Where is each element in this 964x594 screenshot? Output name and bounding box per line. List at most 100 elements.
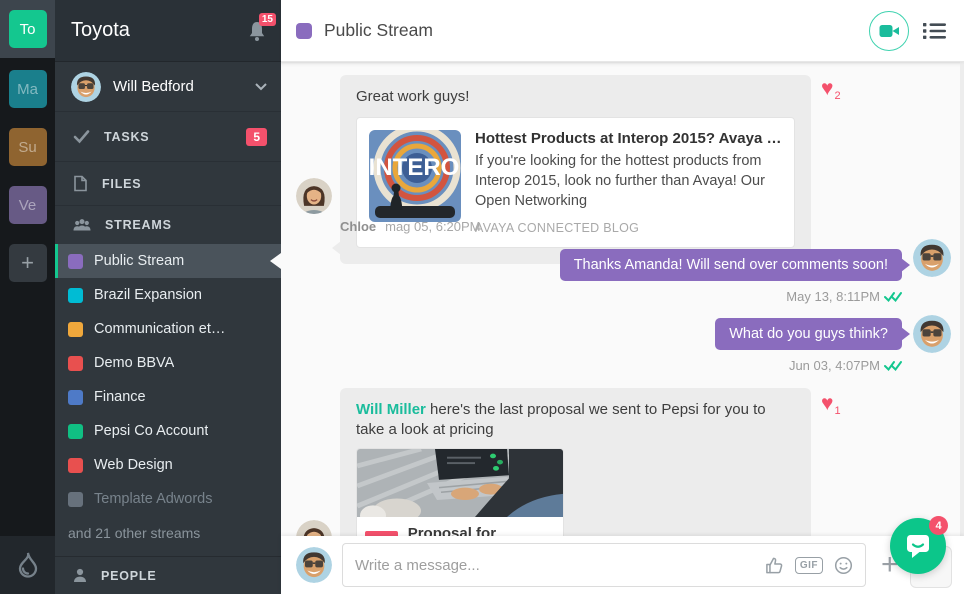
thumbs-up-button[interactable] [765, 556, 784, 575]
more-streams-link[interactable]: and 21 other streams [55, 516, 281, 550]
workspace-tile-su[interactable]: Su [9, 128, 47, 166]
avatar [913, 239, 951, 277]
sidebar-item-label: TASKS [104, 130, 149, 144]
stream-color-swatch [68, 424, 83, 439]
people-section-label: PEOPLE [101, 569, 157, 583]
attachment-file-row: pdf Proposal for Pepsi.pdf [357, 517, 563, 536]
sidebar-stream-web-design[interactable]: Web Design [55, 448, 281, 482]
selected-stream-arrow [270, 253, 281, 269]
link-preview-title[interactable]: Hottest Products at Interop 2015? Avaya … [475, 130, 782, 147]
workspace-tile-toyota[interactable]: To [9, 10, 47, 48]
video-call-button[interactable] [869, 11, 909, 51]
user-menu[interactable]: Will Bedford [55, 62, 281, 112]
sidebar-stream-brazil-expansion[interactable]: Brazil Expansion [55, 278, 281, 312]
message-meta: Chloe mag 05, 6:20PM [340, 219, 481, 234]
sidebar-item-people[interactable]: PEOPLE [55, 556, 281, 594]
workspace-tile-ve[interactable]: Ve [9, 186, 47, 224]
attachment-preview-image [357, 449, 563, 517]
sidebar-stream-communication[interactable]: Communication et… [55, 312, 281, 346]
stream-color-swatch [68, 254, 83, 269]
avatar [71, 72, 101, 102]
message-bubble: Great work guys! INTERO [340, 75, 811, 264]
message-timestamp: May 13, 8:11PM [786, 289, 880, 304]
message-text: Thanks Amanda! Will send over comments s… [574, 257, 888, 273]
heart-reaction[interactable]: ♥2 [821, 78, 841, 99]
link-preview-text: Hottest Products at Interop 2015? Avaya … [475, 130, 782, 235]
message-text: What do you guys think? [729, 326, 888, 342]
tasks-badge: 5 [246, 128, 267, 146]
avatar [296, 178, 332, 214]
gif-button[interactable]: GIF [795, 557, 823, 574]
sidebar-stream-finance[interactable]: Finance [55, 380, 281, 414]
workspace-tile-ma[interactable]: Ma [9, 70, 47, 108]
avatar [913, 315, 951, 353]
stream-color-swatch [68, 356, 83, 371]
stream-color-swatch [296, 23, 312, 39]
sidebar-stream-template-adwords[interactable]: Template Adwords [55, 482, 281, 516]
stream-name: Public Stream [94, 253, 184, 269]
check-icon [73, 129, 90, 144]
stream-name: Communication et… [94, 321, 225, 337]
message-timestamp: Jun 03, 4:07PM [789, 358, 880, 373]
video-camera-icon [879, 23, 900, 39]
bubble-tail [901, 327, 910, 341]
person-icon [73, 568, 87, 583]
emoji-button[interactable] [834, 556, 853, 575]
message-meta-own: Jun 03, 4:07PM [789, 358, 902, 373]
add-workspace-button[interactable]: + [9, 244, 47, 282]
stream-name: Web Design [94, 457, 173, 473]
user-name: Will Bedford [113, 78, 194, 95]
attachment-filename[interactable]: Proposal for Pepsi.pdf [408, 524, 555, 536]
stream-name: Finance [94, 389, 146, 405]
message-composer: GIF + [281, 536, 964, 594]
user-mention[interactable]: Will Miller [356, 401, 426, 418]
link-preview-source: AVAYA CONNECTED BLOG [475, 221, 782, 235]
message-bubble-own: Thanks Amanda! Will send over comments s… [560, 249, 902, 281]
workspace-selected-strip: To [0, 0, 55, 58]
app-window: To Ma Su Ve + Toyota [0, 0, 964, 594]
message-input[interactable] [355, 557, 765, 574]
streams-section-label: STREAMS [105, 218, 172, 232]
stream-color-swatch [68, 390, 83, 405]
notifications-button[interactable]: 15 [247, 20, 267, 42]
group-icon [73, 218, 91, 232]
stream-name: Demo BBVA [94, 355, 174, 371]
sidebar-stream-pepsi-co-account[interactable]: Pepsi Co Account [55, 414, 281, 448]
sidebar-header: Toyota 15 [55, 0, 281, 62]
stream-name: Template Adwords [94, 491, 212, 507]
read-receipt-double-check-icon [884, 360, 902, 371]
workspace-title: Toyota [71, 19, 130, 42]
sidebar-item-files[interactable]: FILES [55, 162, 281, 206]
avatar [296, 547, 332, 583]
message-list: Great work guys! INTERO [281, 62, 964, 536]
link-preview-thumbnail: INTERO [369, 130, 461, 222]
stream-color-swatch [68, 458, 83, 473]
message-author[interactable]: Chloe [340, 219, 376, 234]
bubble-tail [901, 258, 910, 272]
stream-topbar: Public Stream [281, 0, 964, 62]
support-widget-badge: 4 [929, 516, 948, 535]
read-receipt-double-check-icon [884, 291, 902, 302]
link-preview-description: If you're looking for the hottest produc… [475, 151, 782, 211]
message-text: Great work guys! [356, 88, 469, 105]
file-attachment-card[interactable]: pdf Proposal for Pepsi.pdf [356, 448, 564, 536]
chevron-down-icon [255, 83, 267, 91]
heart-reaction[interactable]: ♥1 [821, 393, 841, 414]
task-list-toggle-button[interactable] [923, 22, 946, 40]
file-icon [73, 175, 88, 192]
svg-text:INTERO: INTERO [369, 154, 459, 181]
support-chat-widget-button[interactable]: 4 [890, 518, 946, 574]
sidebar-stream-demo-bbva[interactable]: Demo BBVA [55, 346, 281, 380]
sidebar-stream-public-stream[interactable]: Public Stream [55, 244, 281, 278]
sidebar-item-label: FILES [102, 177, 141, 191]
chat-bubble-icon [903, 531, 933, 561]
message-bubble-own: What do you guys think? [715, 318, 902, 350]
rail-footer [0, 536, 55, 594]
streams-section-header: STREAMS [55, 206, 281, 244]
notifications-badge: 15 [259, 13, 276, 26]
stream-name: Brazil Expansion [94, 287, 202, 303]
sidebar-item-tasks[interactable]: TASKS 5 [55, 112, 281, 162]
chat-scrollbar[interactable] [960, 62, 964, 536]
stream-color-swatch [68, 288, 83, 303]
main-panel: Public Stream Great w [281, 0, 964, 594]
